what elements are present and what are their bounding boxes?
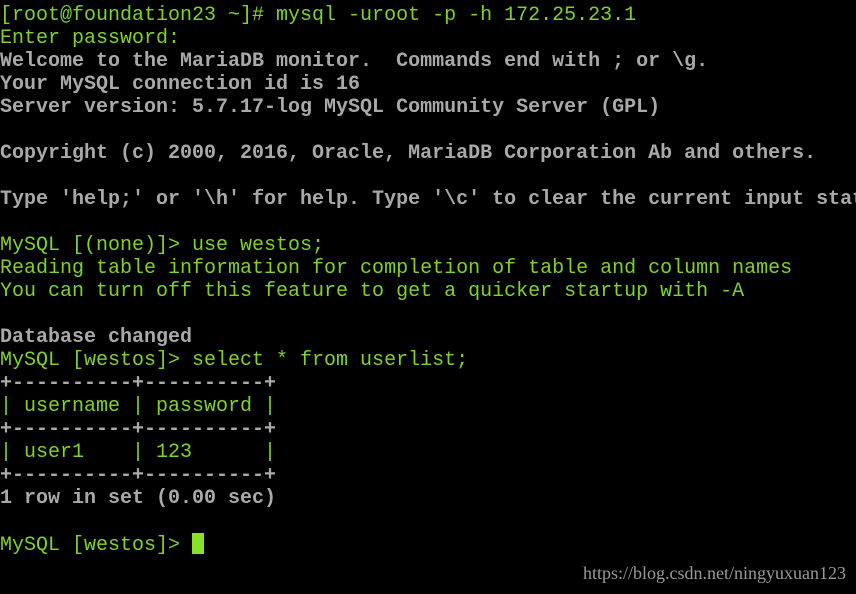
terminal-line: [root@foundation23 ~]# mysql -uroot -p -… bbox=[0, 4, 637, 27]
terminal-line: +----------+----------+ bbox=[0, 464, 277, 487]
watermark: https://blog.csdn.net/ningyuxuan123 bbox=[583, 563, 846, 583]
terminal-line: Copyright (c) 2000, 2016, Oracle, MariaD… bbox=[0, 142, 817, 165]
terminal-prompt-line[interactable]: MySQL [westos]> bbox=[0, 533, 856, 557]
terminal-line: MySQL [westos]> select * from userlist; bbox=[0, 349, 469, 372]
terminal-line: You can turn off this feature to get a q… bbox=[0, 280, 745, 303]
prompt: MySQL [westos]> bbox=[0, 534, 193, 557]
terminal-line: Reading table information for completion… bbox=[0, 257, 793, 280]
terminal-line: Your MySQL connection id is 16 bbox=[0, 73, 361, 96]
terminal-output: [root@foundation23 ~]# mysql -uroot -p -… bbox=[0, 4, 856, 557]
terminal-line: MySQL [(none)]> use westos; bbox=[0, 234, 325, 257]
terminal-line: | username | password | bbox=[0, 395, 277, 418]
terminal-line: | user1 | 123 | bbox=[0, 441, 277, 464]
terminal-line: 1 row in set (0.00 sec) bbox=[0, 487, 277, 510]
terminal-line: Database changed bbox=[0, 326, 193, 349]
terminal-line: +----------+----------+ bbox=[0, 372, 277, 395]
cursor bbox=[192, 533, 205, 554]
terminal-line: Welcome to the MariaDB monitor. Commands… bbox=[0, 50, 709, 73]
terminal-line: Enter password: bbox=[0, 27, 181, 50]
terminal-line: +----------+----------+ bbox=[0, 418, 277, 441]
terminal-line: Type 'help;' or '\h' for help. Type '\c'… bbox=[0, 188, 856, 211]
terminal-window[interactable]: [root@foundation23 ~]# mysql -uroot -p -… bbox=[0, 0, 856, 594]
terminal-line: Server version: 5.7.17-log MySQL Communi… bbox=[0, 96, 661, 119]
